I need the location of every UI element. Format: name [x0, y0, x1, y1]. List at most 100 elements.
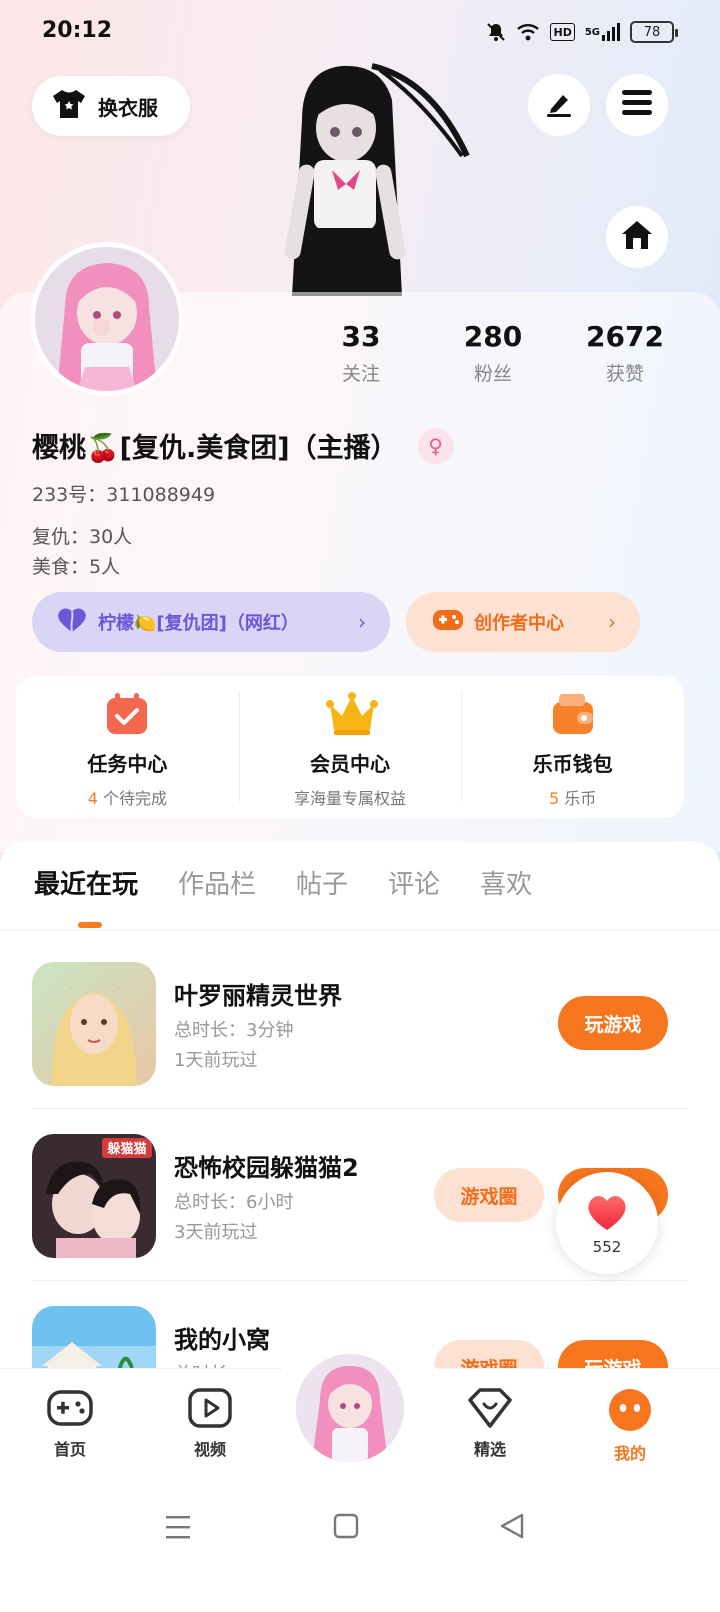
- nav-item-featured[interactable]: 精选: [450, 1388, 530, 1460]
- stat-following[interactable]: 33 关注: [306, 320, 416, 386]
- menu-button[interactable]: [606, 74, 668, 136]
- back-triangle-icon[interactable]: [498, 1512, 526, 1544]
- task-center[interactable]: 任务中心 4 个待完成: [16, 676, 239, 818]
- game-duration: 总时长：3分钟: [174, 1020, 294, 1041]
- pen-icon: [543, 87, 575, 123]
- home-button[interactable]: [606, 206, 668, 268]
- nav-avatar-button[interactable]: [296, 1354, 404, 1462]
- stat-following-label: 关注: [341, 363, 380, 385]
- menu-icon: [622, 90, 652, 120]
- gamepad-icon: [46, 1390, 94, 1432]
- profile-tabs: 最近在玩 作品栏 帖子 评论 喜欢: [34, 864, 572, 901]
- purple-heart-icon: [56, 607, 88, 637]
- game-circle-button[interactable]: 游戏圈: [434, 1340, 544, 1368]
- stat-likes[interactable]: 2672 获赞: [570, 320, 680, 386]
- stat-likes-label: 获赞: [605, 363, 644, 385]
- hd-icon: HD: [550, 23, 575, 41]
- stat-followers-value: 280: [463, 320, 523, 353]
- task-count: 4: [87, 789, 98, 808]
- system-nav-bar: [0, 1488, 720, 1612]
- coin-wallet[interactable]: 乐币钱包 5 乐币: [461, 676, 684, 818]
- bio-line-1: 复仇：30人: [32, 526, 133, 548]
- task-center-sub-text: 个待完成: [102, 789, 167, 808]
- calendar-check-icon: [103, 690, 151, 738]
- creator-center-label: 创作者中心: [474, 613, 564, 634]
- coin-wallet-title: 乐币钱包: [532, 752, 613, 776]
- gamepad-plus-icon: [432, 607, 464, 637]
- status-time: 20:12: [42, 18, 113, 43]
- avatar-character[interactable]: [262, 60, 472, 296]
- row-divider: [32, 1108, 688, 1109]
- nav-item-video[interactable]: 视频: [170, 1388, 250, 1460]
- group-badge-label: 柠檬🍋[复仇团]（网红）: [98, 613, 299, 634]
- heart-icon: [585, 1195, 629, 1236]
- tabs-divider: [0, 930, 720, 931]
- recent-apps-icon[interactable]: [164, 1514, 192, 1544]
- game-circle-button[interactable]: 游戏圈: [434, 1168, 544, 1222]
- username: 樱桃🍒[复仇.美食团]（主播） ♀: [32, 426, 454, 465]
- stat-followers[interactable]: 280 粉丝: [438, 320, 548, 386]
- game-thumb-text: 躲猫猫: [107, 1141, 146, 1157]
- nav-item-me[interactable]: 我的: [590, 1388, 670, 1464]
- vip-center[interactable]: 会员中心 享海量专属权益: [238, 676, 462, 818]
- stat-following-value: 33: [341, 320, 381, 353]
- tab-likes[interactable]: 喜欢: [480, 864, 532, 901]
- stat-likes-value: 2672: [586, 320, 664, 353]
- stat-followers-label: 粉丝: [473, 363, 512, 385]
- username-text: 樱桃🍒[复仇.美食团]（主播）: [32, 433, 398, 464]
- coin-wallet-sub-text: 乐币: [564, 789, 597, 808]
- tab-works[interactable]: 作品栏: [178, 864, 256, 901]
- wallet-icon: [549, 690, 597, 738]
- smile-icon: [608, 1389, 652, 1436]
- group-badge-button[interactable]: 柠檬🍋[复仇团]（网红） ›: [32, 592, 390, 652]
- list-item[interactable]: 叶罗丽精灵世界 总时长：3分钟 1天前玩过 玩游戏: [32, 962, 688, 1088]
- game-name: 恐怖校园躲猫猫2: [174, 1154, 359, 1182]
- female-icon: ♀: [417, 427, 454, 464]
- task-center-sub: 4 个待完成: [16, 785, 239, 809]
- like-count: 552: [592, 1238, 622, 1256]
- nav-featured-label: 精选: [473, 1440, 506, 1459]
- battery-icon: 78: [630, 21, 678, 43]
- change-outfit-button[interactable]: 换衣服: [32, 76, 190, 136]
- creator-center-button[interactable]: 创作者中心 ›: [406, 592, 640, 652]
- like-floating-button[interactable]: 552: [556, 1172, 658, 1274]
- network-type: 5G: [584, 26, 600, 38]
- chevron-right-icon: ›: [358, 610, 366, 634]
- game-thumbnail[interactable]: [32, 1306, 156, 1368]
- wifi-icon: [516, 20, 540, 44]
- home-icon: [621, 220, 653, 254]
- game-duration: 总时长：6小时: [174, 1192, 294, 1213]
- active-tab-indicator: [78, 922, 102, 928]
- tab-comments[interactable]: 评论: [388, 864, 440, 901]
- game-name: 叶罗丽精灵世界: [174, 982, 342, 1010]
- nav-item-home[interactable]: 首页: [30, 1388, 110, 1460]
- coin-count: 5: [549, 789, 560, 808]
- game-thumbnail[interactable]: [32, 962, 156, 1086]
- play-game-button[interactable]: 玩游戏: [558, 996, 668, 1050]
- row-divider: [32, 1280, 688, 1281]
- vip-center-title: 会员中心: [310, 752, 390, 776]
- nav-video-label: 视频: [193, 1440, 226, 1459]
- edit-profile-button[interactable]: [528, 74, 590, 136]
- game-name: 我的小窝: [174, 1326, 270, 1354]
- game-thumbnail[interactable]: 躲猫猫: [32, 1134, 156, 1258]
- status-bar: 20:12 HD 5G 78: [0, 0, 720, 64]
- coin-wallet-sub: 5 乐币: [461, 785, 684, 809]
- nav-me-label: 我的: [613, 1444, 646, 1463]
- crown-icon: [326, 690, 378, 738]
- tshirt-icon: [52, 89, 86, 123]
- home-square-icon[interactable]: [332, 1512, 360, 1544]
- game-last-played: 1天前玩过: [174, 1050, 258, 1071]
- avatar[interactable]: [30, 242, 184, 396]
- status-icons: HD 5G 78: [486, 20, 678, 44]
- bio-line-2: 美食：5人: [32, 556, 121, 578]
- user-id[interactable]: 233号：311088949: [32, 480, 215, 507]
- tab-posts[interactable]: 帖子: [296, 864, 348, 901]
- services-card: 任务中心 4 个待完成 会员中心 享海量专属权益 乐币钱包 5 乐币: [16, 676, 684, 818]
- game-last-played: 3天前玩过: [174, 1222, 258, 1243]
- play-game-button[interactable]: 玩游戏: [558, 1340, 668, 1368]
- signal-icon: 5G: [585, 20, 620, 44]
- change-outfit-label: 换衣服: [98, 95, 158, 120]
- mute-icon: [486, 20, 506, 44]
- tab-recently-played[interactable]: 最近在玩: [34, 864, 138, 901]
